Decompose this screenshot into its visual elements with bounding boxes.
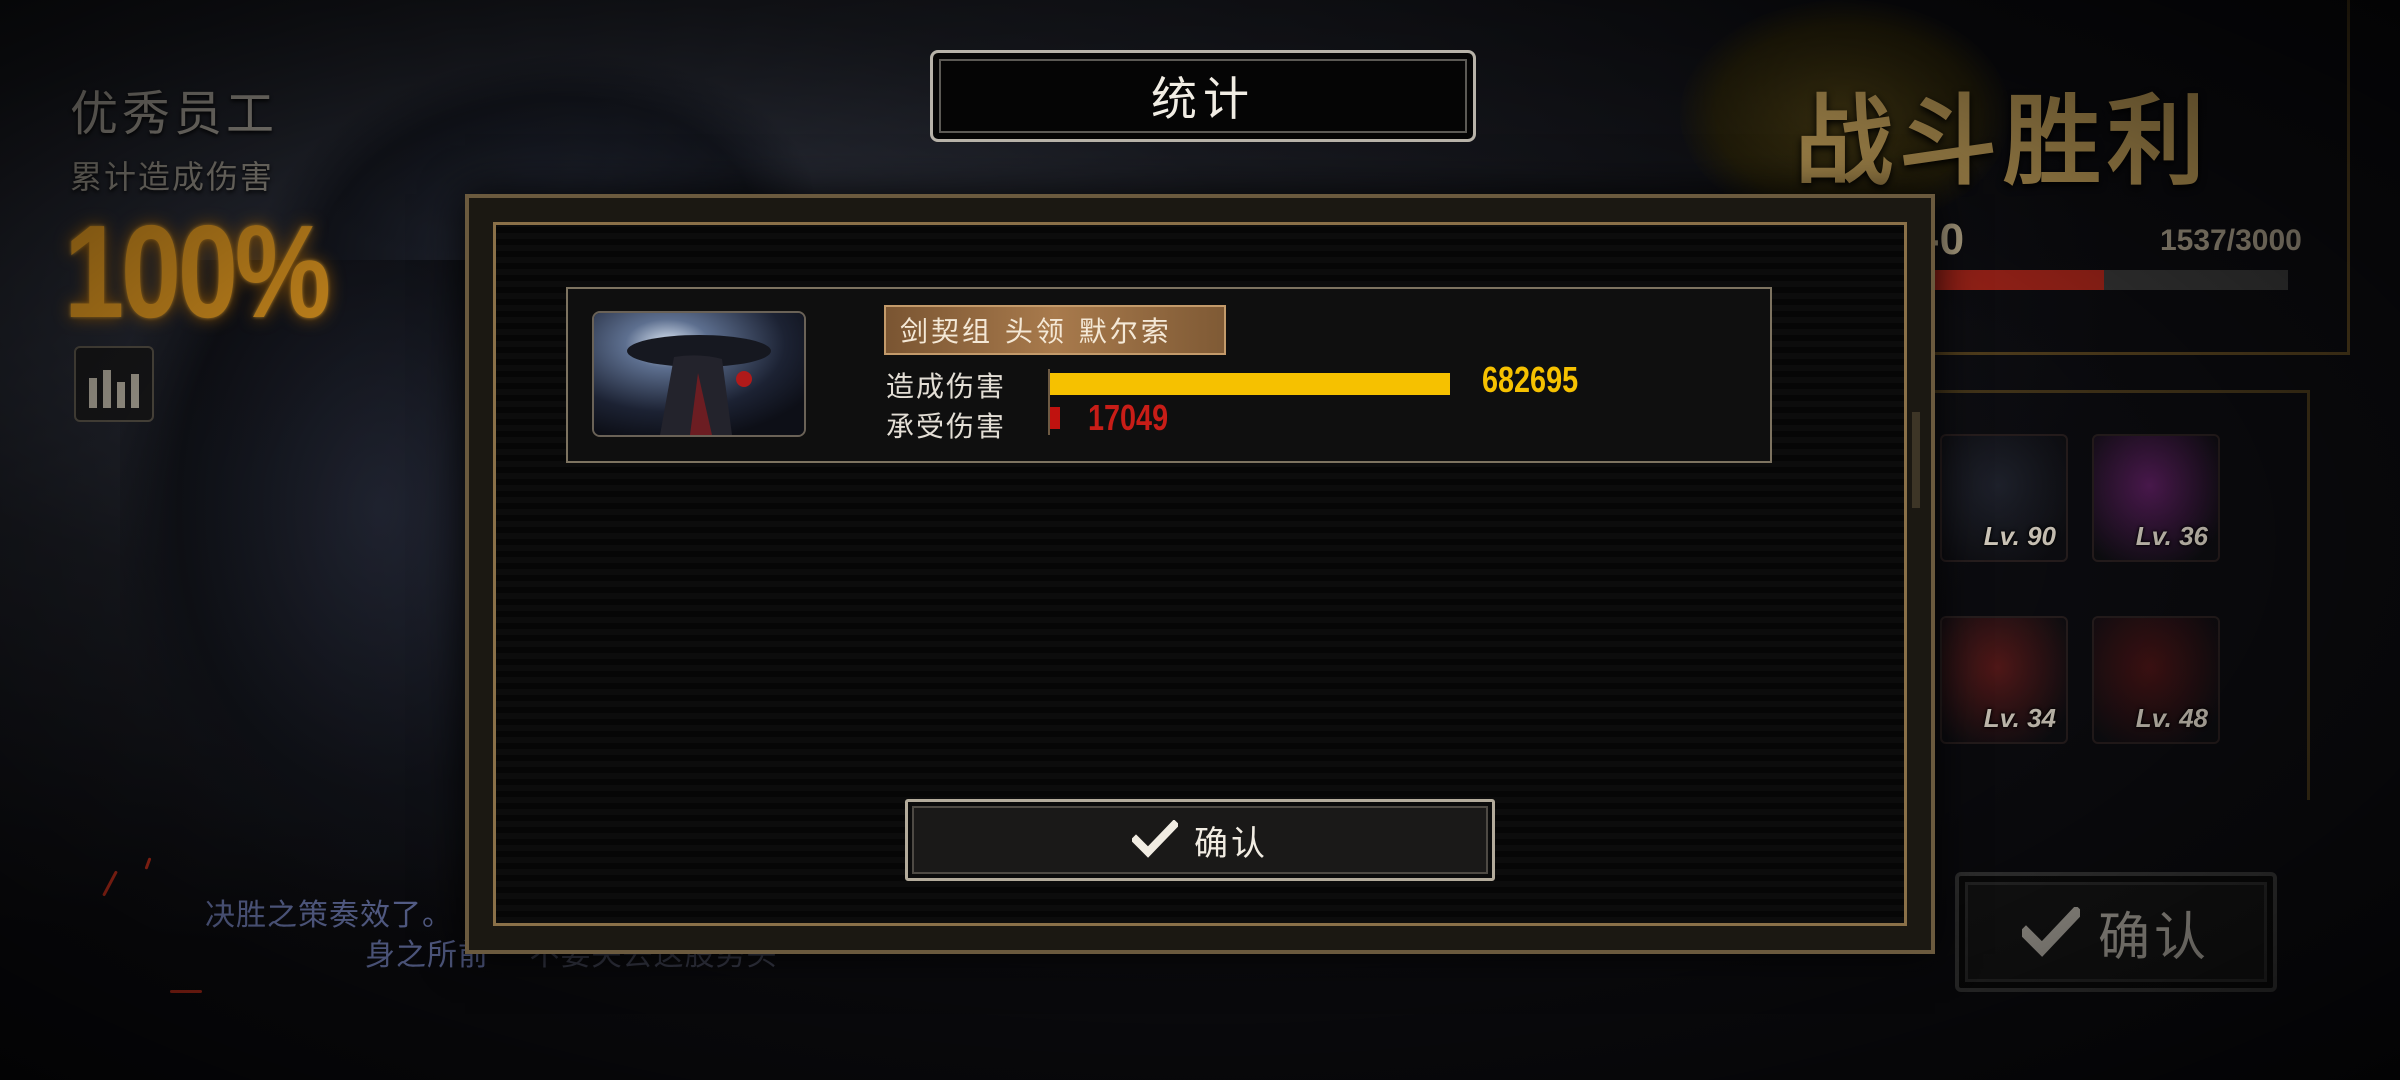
checkmark-icon bbox=[2021, 907, 2080, 957]
victory-title: 战斗胜利 bbox=[1795, 85, 2212, 199]
mvp-heading: 优秀员工 bbox=[70, 86, 279, 142]
mvp-damage-percent: 100% bbox=[64, 198, 331, 345]
character-portrait bbox=[592, 311, 806, 437]
character-name-plate: 剑契组 头领 默尔索 bbox=[884, 305, 1226, 355]
exp-progress-bar bbox=[1910, 270, 2288, 290]
statistics-button[interactable] bbox=[74, 346, 154, 422]
character-stat-record: 剑契组 头领 默尔索 造成伤害 承受伤害 682695 17049 bbox=[566, 287, 1772, 463]
damage-taken-value: 17049 bbox=[1088, 397, 1169, 438]
damage-dealt-bar bbox=[1050, 373, 1450, 395]
dialog-title: 统计 bbox=[1151, 72, 1255, 126]
team-member-card[interactable]: Lv. 34 bbox=[1940, 616, 2068, 744]
ember-spark bbox=[102, 870, 118, 897]
statistics-title-bar: 统计 bbox=[930, 50, 1476, 142]
result-confirm-label: 确认 bbox=[2097, 907, 2210, 968]
dialogue-text: 决胜之策奏效了。 bbox=[205, 898, 453, 933]
exp-counter: 1537/3000 bbox=[2160, 224, 2302, 257]
level-label: Lv. 48 bbox=[2135, 703, 2208, 733]
bar-chart-icon bbox=[103, 370, 111, 408]
dialogue-line-1: 决胜之策奏效了。 bbox=[205, 890, 453, 934]
level-label: Lv. 36 bbox=[2135, 521, 2208, 551]
confirm-button[interactable]: 确认 bbox=[905, 799, 1495, 881]
team-member-card[interactable]: Lv. 90 bbox=[1940, 434, 2068, 562]
mvp-subheading: 累计造成伤害 bbox=[70, 158, 275, 196]
bar-chart-icon bbox=[89, 378, 97, 408]
scroll-indicator bbox=[1912, 412, 1920, 508]
level-label: Lv. 90 bbox=[1983, 521, 2056, 551]
level-label: Lv. 34 bbox=[1983, 703, 2056, 733]
portrait-art bbox=[594, 313, 804, 435]
damage-dealt-label: 造成伤害 bbox=[886, 370, 1007, 403]
damage-dealt-value: 682695 bbox=[1482, 359, 1579, 400]
result-confirm-button[interactable]: 确认 bbox=[1955, 872, 2277, 992]
team-member-card[interactable]: Lv. 36 bbox=[2092, 434, 2220, 562]
bar-chart-icon bbox=[117, 382, 125, 408]
team-member-card[interactable]: Lv. 48 bbox=[2092, 616, 2220, 744]
ember-spark bbox=[170, 990, 202, 993]
bar-chart-icon bbox=[131, 374, 139, 408]
damage-taken-label: 承受伤害 bbox=[886, 410, 1007, 443]
battle-result-screen: 优秀员工 累计造成伤害 100% 决胜之策奏效了。 身之所前 不要失去这股势头 … bbox=[0, 0, 2400, 1080]
character-name: 剑契组 头领 默尔索 bbox=[900, 315, 1172, 348]
confirm-label: 确认 bbox=[1194, 823, 1268, 864]
damage-taken-bar bbox=[1050, 407, 1060, 429]
checkmark-icon bbox=[1132, 820, 1178, 858]
exp-progress-fill bbox=[1910, 270, 2104, 290]
